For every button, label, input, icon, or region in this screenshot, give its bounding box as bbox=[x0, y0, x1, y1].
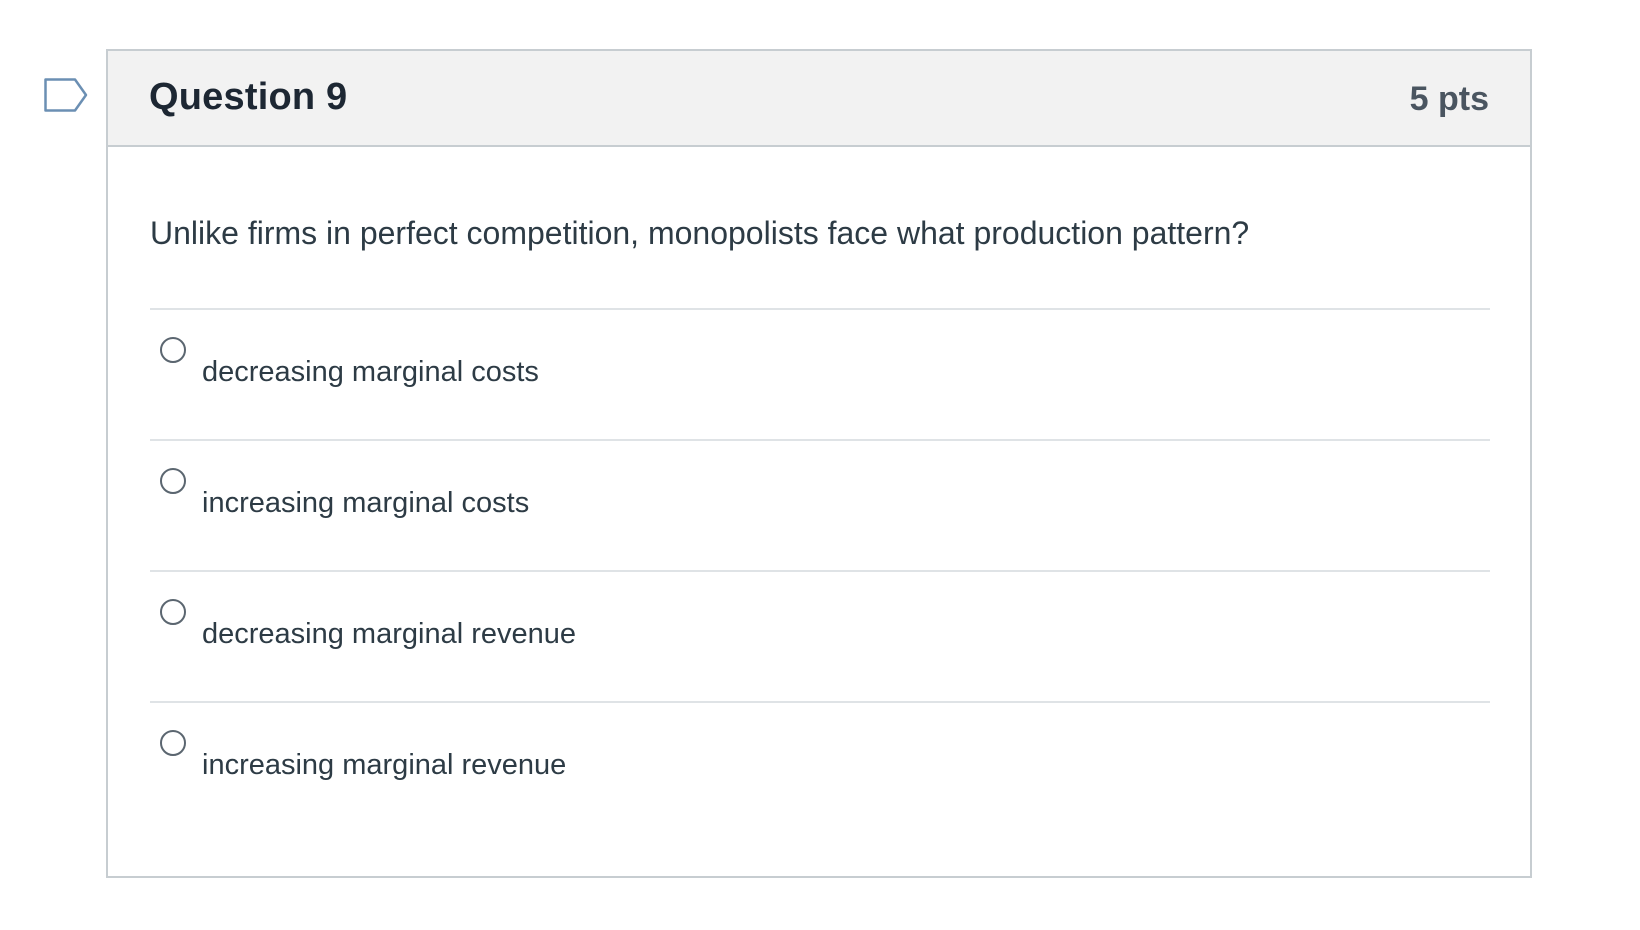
radio-button[interactable] bbox=[160, 337, 186, 363]
answer-label: increasing marginal revenue bbox=[202, 749, 567, 781]
answer-label: decreasing marginal costs bbox=[202, 356, 539, 388]
question-card: Question 9 5 pts Unlike firms in perfect… bbox=[106, 49, 1532, 878]
radio-button[interactable] bbox=[160, 599, 186, 625]
answer-option[interactable]: decreasing marginal revenue bbox=[150, 570, 1490, 701]
question-points: 5 pts bbox=[1409, 80, 1489, 118]
question-header: Question 9 5 pts bbox=[108, 51, 1530, 147]
answer-option[interactable]: decreasing marginal costs bbox=[150, 308, 1490, 439]
radio-button[interactable] bbox=[160, 730, 186, 756]
flag-question-icon[interactable] bbox=[44, 78, 88, 112]
answer-list: decreasing marginal costs increasing mar… bbox=[150, 308, 1490, 832]
answer-label: decreasing marginal revenue bbox=[202, 618, 576, 650]
answer-option[interactable]: increasing marginal costs bbox=[150, 439, 1490, 570]
radio-button[interactable] bbox=[160, 468, 186, 494]
answer-option[interactable]: increasing marginal revenue bbox=[150, 701, 1490, 832]
answer-label: increasing marginal costs bbox=[202, 487, 530, 519]
question-title: Question 9 bbox=[149, 76, 348, 118]
question-text: Unlike firms in perfect competition, mon… bbox=[150, 215, 1250, 251]
